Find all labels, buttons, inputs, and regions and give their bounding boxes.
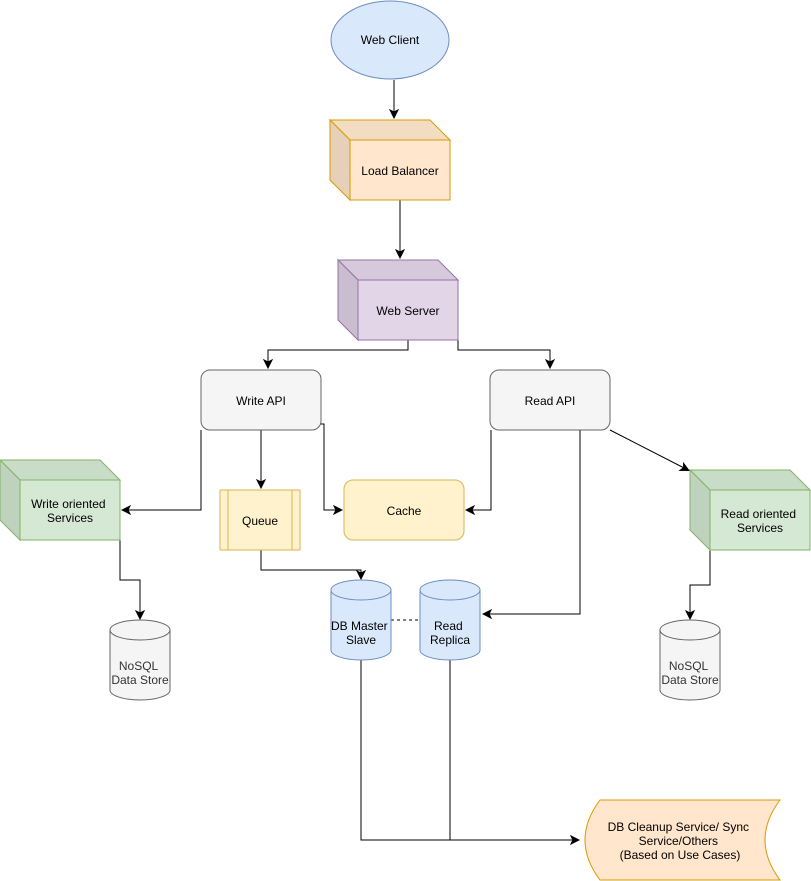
node-load-balancer[interactable]: Load Balancer [328,118,452,202]
edge-readapi-readreplica [484,430,581,614]
read-services-label-line2: Services [737,521,783,535]
edge-webserver-readapi [457,340,550,367]
web-server-label: Web Server [376,304,439,318]
db-cleanup-label-line1: DB Cleanup Service/ Sync [608,820,749,834]
edge-readapi-cache [467,430,492,510]
node-nosql-read[interactable]: NoSQL Data Store [659,619,721,701]
nosql-read-top [659,619,721,641]
node-nosql-write[interactable]: NoSQL Data Store [109,619,171,701]
nosql-read-label-line2: Data Store [661,673,719,687]
db-master-label-line1: DB Master [331,619,388,633]
read-replica-top [419,579,481,601]
nosql-write-label-line2: Data Store [111,673,169,687]
db-cleanup-label-line3: (Based on Use Cases) [620,848,741,862]
node-write-services[interactable]: Write oriented Services [0,459,122,542]
read-replica-label: Read Replica [430,619,470,647]
read-services-label-line1: Read oriented [721,507,796,521]
read-services-top-face [688,469,811,491]
db-master-top [330,579,392,601]
db-master-label-line2: Slave [346,633,376,647]
nosql-read-label: NoSQL Data Store [661,659,719,687]
load-balancer-top-face [328,119,452,141]
edge-webserver-writeapi [268,340,409,367]
nosql-read-label-line1: NoSQL [669,659,709,673]
read-replica-label-line2: Replica [430,633,470,647]
read-api-label: Read API [525,394,576,408]
edge-writeapi-writeservices [123,430,202,510]
cache-label: Cache [387,504,422,518]
edge-writeapi-cache [320,423,341,510]
write-services-top-face [0,459,122,481]
node-cache[interactable]: Cache [343,479,465,541]
node-read-replica[interactable]: Read Replica [419,579,481,661]
queue-label: Queue [242,514,278,528]
node-web-client[interactable]: Web Client [330,0,450,80]
nosql-write-top [109,619,171,641]
edge-writeservices-nosql [119,540,140,618]
read-replica-label-line1: Read [434,619,463,633]
db-cleanup-label-line2: Service/Others [639,834,718,848]
node-read-api[interactable]: Read API [489,369,611,431]
node-write-api[interactable]: Write API [200,369,322,431]
nosql-write-label-line1: NoSQL [119,659,159,673]
node-db-cleanup[interactable]: DB Cleanup Service/ Sync Service/Others … [584,799,781,881]
edge-dbmaster-dbcleanup [360,660,578,840]
load-balancer-label: Load Balancer [361,164,438,178]
write-api-label: Write API [236,394,286,408]
edge-readservices-nosql [690,550,711,618]
node-read-services[interactable]: Read oriented Services [688,468,811,552]
web-client-label: Web Client [361,33,420,47]
nosql-write-label: NoSQL Data Store [111,659,169,687]
write-services-label-line2: Services [47,511,93,525]
node-db-master[interactable]: DB Master Slave [330,579,392,661]
node-web-server[interactable]: Web Server [336,258,460,342]
edge-readapi-readservices [609,429,688,470]
architecture-diagram: Web Client Load Balancer Web Server Writ… [0,0,811,881]
node-queue[interactable]: Queue [219,489,301,551]
write-services-label-line1: Write oriented [31,497,105,511]
edge-queue-dbmaster [260,550,361,578]
web-server-top-face [336,259,460,281]
